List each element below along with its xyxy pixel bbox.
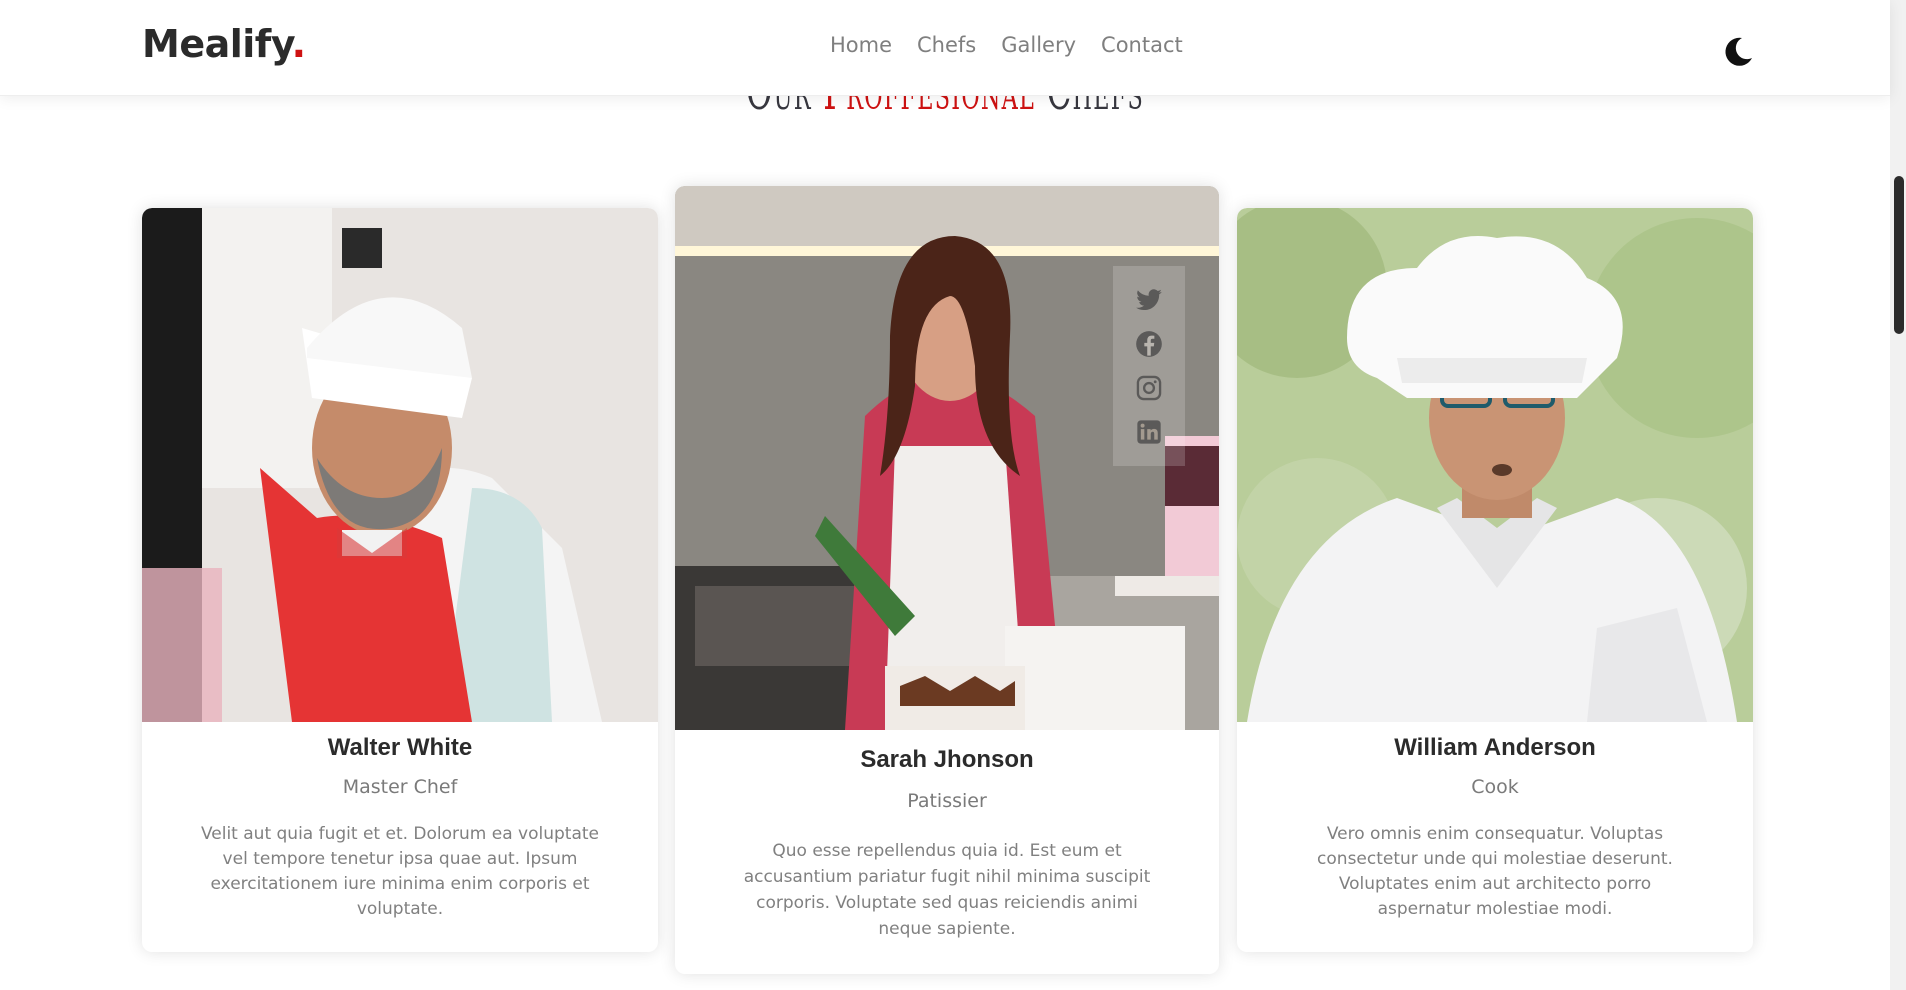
linkedin-icon[interactable] bbox=[1135, 418, 1163, 446]
instagram-icon[interactable] bbox=[1135, 374, 1163, 402]
moon-icon bbox=[1725, 37, 1752, 66]
logo-text: Mealify bbox=[142, 22, 292, 66]
chef-bio: Velit aut quia fugit et et. Dolorum ea v… bbox=[200, 824, 600, 919]
nav-gallery[interactable]: Gallery bbox=[1001, 33, 1076, 57]
nav-chefs[interactable]: Chefs bbox=[917, 33, 976, 57]
nav-home[interactable]: Home bbox=[830, 33, 892, 57]
social-links bbox=[1113, 266, 1185, 466]
scrollbar-thumb[interactable] bbox=[1894, 176, 1904, 334]
page: Our Proffesional Chefs Mealify. Home Che… bbox=[0, 0, 1906, 990]
chef-card-william[interactable]: William Anderson Cook Vero omnis enim co… bbox=[1237, 208, 1753, 952]
chef-card-walter[interactable]: Walter White Master Chef Velit aut quia … bbox=[142, 208, 658, 952]
logo[interactable]: Mealify. bbox=[142, 22, 306, 66]
chef-bio: Quo esse repellendus quia id. Est eum et… bbox=[743, 841, 1151, 939]
chef-card-sarah[interactable]: Sarah Jhonson Patissier Quo esse repelle… bbox=[675, 186, 1219, 974]
chef-role: Patissier bbox=[907, 790, 987, 812]
chef-role: Master Chef bbox=[342, 776, 458, 798]
twitter-icon[interactable] bbox=[1135, 286, 1163, 314]
chef-bio: Vero omnis enim consequatur. Voluptas co… bbox=[1317, 824, 1673, 919]
chef-photo-sarah bbox=[675, 186, 1219, 730]
chef-name: Sarah Jhonson bbox=[860, 746, 1034, 773]
site-header: Mealify. Home Chefs Gallery Contact bbox=[0, 0, 1890, 96]
scrollbar[interactable] bbox=[1890, 0, 1906, 990]
nav-contact[interactable]: Contact bbox=[1101, 33, 1183, 57]
chef-name: Walter White bbox=[327, 734, 473, 761]
chef-photo-walter bbox=[142, 208, 658, 722]
chef-photo-william bbox=[1237, 208, 1753, 722]
facebook-icon[interactable] bbox=[1135, 330, 1163, 358]
chef-name: William Anderson bbox=[1394, 734, 1596, 761]
main-nav: Home Chefs Gallery Contact bbox=[830, 33, 1183, 57]
theme-toggle-button[interactable] bbox=[1720, 34, 1756, 70]
chef-role: Cook bbox=[1471, 776, 1519, 798]
logo-dot: . bbox=[291, 22, 306, 66]
